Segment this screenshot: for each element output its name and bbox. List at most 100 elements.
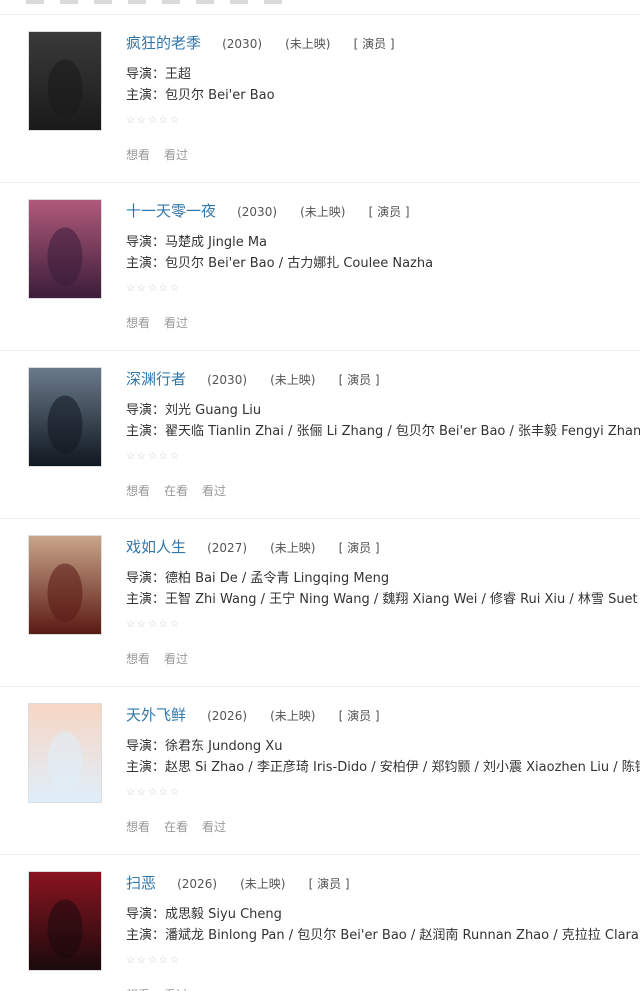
action-link[interactable]: 想看 (126, 148, 150, 162)
cast-label: 主演： (126, 88, 166, 103)
movie-title-link[interactable]: 十一天零一夜 (126, 202, 216, 220)
star-icon[interactable]: ☆ (159, 116, 170, 126)
poster-artwork (29, 368, 101, 466)
cast-line: 主演：王智 Zhi Wang / 王宁 Ning Wang / 魏翔 Xiang… (126, 589, 640, 610)
action-link[interactable]: 看过 (202, 820, 226, 834)
cast-names: 王智 Zhi Wang / 王宁 Ning Wang / 魏翔 Xiang We… (165, 592, 640, 607)
cast-names: 包贝尔 Bei'er Bao (165, 88, 275, 103)
action-links: 想看看过 (126, 650, 640, 667)
cast-names: 翟天临 Tianlin Zhai / 张俪 Li Zhang / 包贝尔 Bei… (165, 424, 640, 439)
movie-poster[interactable] (28, 367, 102, 467)
star-icon[interactable]: ☆ (126, 116, 137, 126)
cast-label: 主演： (126, 256, 166, 271)
action-link[interactable]: 看过 (202, 484, 226, 498)
star-icon[interactable]: ☆ (126, 620, 137, 630)
star-icon[interactable]: ☆ (148, 956, 159, 966)
release-year: (2030) (237, 205, 278, 219)
star-icon[interactable]: ☆ (137, 620, 148, 630)
director-line: 导演：德柏 Bai De / 孟令青 Lingqing Meng (126, 568, 640, 589)
rating-stars[interactable]: ☆ ☆ ☆ ☆ ☆ (126, 620, 640, 630)
rating-stars[interactable]: ☆ ☆ ☆ ☆ ☆ (126, 788, 640, 798)
release-status: (未上映) (270, 373, 316, 387)
rating-stars[interactable]: ☆ ☆ ☆ ☆ ☆ (126, 956, 640, 966)
role-tag: [ 演员 ] (338, 709, 380, 723)
star-icon[interactable]: ☆ (170, 116, 181, 126)
action-link[interactable]: 想看 (126, 316, 150, 330)
star-icon[interactable]: ☆ (126, 452, 137, 462)
star-icon[interactable]: ☆ (148, 620, 159, 630)
star-icon[interactable]: ☆ (159, 788, 170, 798)
director-names: 王超 (165, 67, 192, 82)
star-icon[interactable]: ☆ (159, 284, 170, 294)
cast-label: 主演： (126, 424, 166, 439)
action-link[interactable]: 在看 (164, 820, 188, 834)
cast-names: 赵思 Si Zhao / 李正彦琦 Iris-Dido / 安柏伊 / 郑钧颢 … (165, 760, 640, 775)
rating-stars[interactable]: ☆ ☆ ☆ ☆ ☆ (126, 284, 640, 294)
poster-artwork (29, 872, 101, 970)
director-label: 导演： (126, 235, 166, 250)
star-icon[interactable]: ☆ (170, 452, 181, 462)
movie-item: 疯狂的老季 (2030) (未上映) [ 演员 ] 导演：王超 主演：包贝尔 B… (0, 15, 640, 183)
movie-poster[interactable] (28, 535, 102, 635)
star-icon[interactable]: ☆ (170, 956, 181, 966)
star-icon[interactable]: ☆ (170, 620, 181, 630)
director-label: 导演： (126, 571, 166, 586)
director-names: 德柏 Bai De / 孟令青 Lingqing Meng (165, 571, 390, 586)
star-icon[interactable]: ☆ (137, 956, 148, 966)
action-link[interactable]: 想看 (126, 652, 150, 666)
action-link[interactable]: 想看 (126, 484, 150, 498)
cast-names: 包贝尔 Bei'er Bao / 古力娜扎 Coulee Nazha (165, 256, 434, 271)
star-icon[interactable]: ☆ (159, 956, 170, 966)
cast-line: 主演：包贝尔 Bei'er Bao / 古力娜扎 Coulee Nazha (126, 253, 640, 274)
movie-title-link[interactable]: 扫恶 (126, 874, 156, 892)
cast-names: 潘斌龙 Binlong Pan / 包贝尔 Bei'er Bao / 赵润南 R… (165, 928, 640, 943)
poster-artwork (29, 704, 101, 802)
action-link[interactable]: 想看 (126, 820, 150, 834)
release-status: (未上映) (270, 709, 316, 723)
action-link[interactable]: 看过 (164, 148, 188, 162)
star-icon[interactable]: ☆ (170, 284, 181, 294)
star-icon[interactable]: ☆ (137, 788, 148, 798)
star-icon[interactable]: ☆ (170, 788, 181, 798)
movie-title-link[interactable]: 深渊行者 (126, 370, 186, 388)
release-status: (未上映) (285, 37, 331, 51)
movie-item: 天外飞鲜 (2026) (未上映) [ 演员 ] 导演：徐君东 Jundong … (0, 687, 640, 855)
action-links: 想看 在看 看过 (126, 818, 640, 835)
movie-poster[interactable] (28, 31, 102, 131)
movie-poster[interactable] (28, 199, 102, 299)
star-icon[interactable]: ☆ (148, 116, 159, 126)
movie-title-link[interactable]: 天外飞鲜 (126, 706, 186, 724)
star-icon[interactable]: ☆ (126, 284, 137, 294)
poster-artwork (29, 32, 101, 130)
cast-line: 主演：包贝尔 Bei'er Bao (126, 85, 640, 106)
movie-title-link[interactable]: 疯狂的老季 (126, 34, 201, 52)
rating-stars[interactable]: ☆ ☆ ☆ ☆ ☆ (126, 452, 640, 462)
star-icon[interactable]: ☆ (148, 452, 159, 462)
director-line: 导演：王超 (126, 64, 640, 85)
star-icon[interactable]: ☆ (126, 956, 137, 966)
star-icon[interactable]: ☆ (137, 116, 148, 126)
star-icon[interactable]: ☆ (148, 788, 159, 798)
rating-stars[interactable]: ☆ ☆ ☆ ☆ ☆ (126, 116, 640, 126)
star-icon[interactable]: ☆ (126, 788, 137, 798)
cast-label: 主演： (126, 928, 166, 943)
release-year: (2030) (207, 373, 248, 387)
action-link[interactable]: 看过 (164, 652, 188, 666)
star-icon[interactable]: ☆ (137, 452, 148, 462)
star-icon[interactable]: ☆ (148, 284, 159, 294)
movie-poster[interactable] (28, 703, 102, 803)
director-label: 导演： (126, 907, 166, 922)
director-line: 导演：徐君东 Jundong Xu (126, 736, 640, 757)
release-status: (未上映) (270, 541, 316, 555)
director-label: 导演： (126, 739, 166, 754)
star-icon[interactable]: ☆ (159, 620, 170, 630)
movie-title-link[interactable]: 戏如人生 (126, 538, 186, 556)
movie-poster[interactable] (28, 871, 102, 971)
action-link[interactable]: 在看 (164, 484, 188, 498)
cast-label: 主演： (126, 592, 166, 607)
star-icon[interactable]: ☆ (159, 452, 170, 462)
filmography-list: 疯狂的老季 (2030) (未上映) [ 演员 ] 导演：王超 主演：包贝尔 B… (0, 15, 640, 991)
star-icon[interactable]: ☆ (137, 284, 148, 294)
action-link[interactable]: 看过 (164, 316, 188, 330)
cut-off-text (26, 0, 286, 4)
